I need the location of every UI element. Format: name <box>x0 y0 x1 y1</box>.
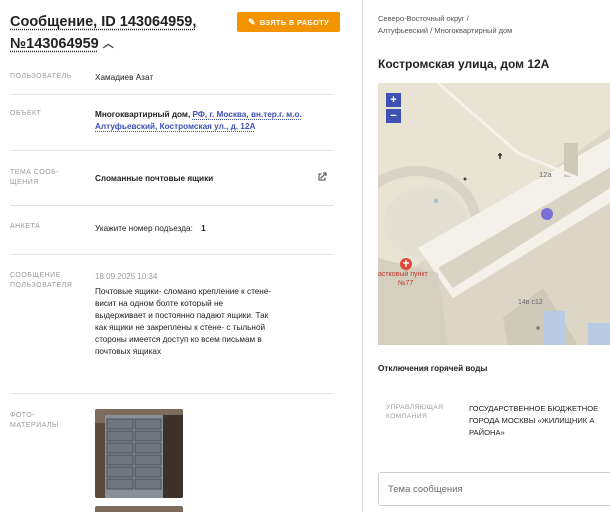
message-row: СООБЩЕНИЕ ПОЛЬЗОВАТЕЛЯ 18.09.2025 10:34 … <box>10 271 334 381</box>
object-type: Многоквартирный дом, <box>95 110 193 119</box>
message-date: 18.09.2025 10:34 <box>95 272 158 281</box>
topic-row: ТЕМА СООБ- ЩЕНИЯ Сломанные почтовые ящик… <box>10 168 334 192</box>
take-to-work-label: ВЗЯТЬ В РАБОТУ <box>259 17 330 27</box>
open-external-icon[interactable] <box>316 171 328 183</box>
map-label-point-number: №77 <box>398 280 414 287</box>
map-label-14v: 14в с12 <box>518 299 543 306</box>
photo-thumbnail[interactable] <box>95 506 183 512</box>
company-label: УПРАВЛЯЮЩАЯ КОМПАНИЯ <box>386 404 444 420</box>
divider <box>10 94 334 95</box>
message-body: 18.09.2025 10:34 Почтовые ящики- сломано… <box>95 271 320 358</box>
zoom-in-button[interactable]: + <box>386 93 401 107</box>
survey-value: Укажите номер подъезда: 1 <box>95 223 320 235</box>
user-label: ПОЛЬЗОВАТЕЛЬ <box>10 73 72 80</box>
company-value: ГОСУДАРСТВЕННОЕ БЮДЖЕТНОЕ ГОРОДА МОСКВЫ … <box>469 404 599 437</box>
survey-row: АНКЕТА Укажите номер подъезда: 1 <box>10 222 334 236</box>
pencil-icon: ✎ <box>247 16 256 27</box>
map[interactable]: + − 12а астковый пункт №77 14в с12 <box>378 83 610 345</box>
message-label: СООБЩЕНИЕ ПОЛЬЗОВАТЕЛЯ <box>10 272 73 289</box>
title-line2: №143064959 <box>10 36 99 52</box>
breadcrumb: Северо-Восточный округ / Алтуфьевский / … <box>378 13 512 37</box>
message-text: Почтовые ящики- сломано крепление к стен… <box>95 287 272 356</box>
page-title: Сообщение, ID 143064959, №143064959 ︿ <box>10 11 230 55</box>
map-label-12a: 12а <box>539 170 552 179</box>
map-label-point: астковый пункт <box>378 271 428 278</box>
photo-thumbnail[interactable] <box>95 409 183 498</box>
take-to-work-button[interactable]: ✎ ВЗЯТЬ В РАБОТУ <box>237 12 340 32</box>
photos-label: ФОТО- МАТЕРИАЛЫ <box>10 412 59 429</box>
mailbox-photo-image <box>95 409 183 498</box>
survey-question: Укажите номер подъезда: <box>95 224 193 233</box>
divider <box>10 254 334 255</box>
breadcrumb-line1[interactable]: Северо-Восточный округ / <box>378 13 512 25</box>
map-marker[interactable] <box>541 208 553 220</box>
hot-water-outage-title: Отключения горячей воды <box>378 364 488 373</box>
object-row: ОБЪЕКТ Многоквартирный дом, РФ, г. Москв… <box>10 109 334 139</box>
address-title: Костромская улица, дом 12А <box>378 57 550 71</box>
divider <box>10 150 334 151</box>
topic-value: Сломанные почтовые ящики <box>95 174 214 183</box>
divider <box>10 205 334 206</box>
object-label: ОБЪЕКТ <box>10 110 42 117</box>
object-value: Многоквартирный дом, РФ, г. Москва, вн.т… <box>95 109 320 133</box>
message-topic-input[interactable] <box>378 472 610 506</box>
map-canvas <box>378 83 610 345</box>
message-panel: Сообщение, ID 143064959, №143064959 ︿ ✎ В… <box>0 0 350 512</box>
user-row: ПОЛЬЗОВАТЕЛЬ Хамадиев Азат <box>10 72 334 86</box>
title-line1: Сообщение, ID 143064959, <box>10 14 197 30</box>
user-value: Хамадиев Азат <box>95 73 154 82</box>
survey-label: АНКЕТА <box>10 223 41 230</box>
zoom-out-button[interactable]: − <box>386 109 401 123</box>
breadcrumb-line2[interactable]: Алтуфьевский / Многоквартирный дом <box>378 25 512 37</box>
topic-label: ТЕМА СООБ- ЩЕНИЯ <box>10 169 60 186</box>
divider <box>10 393 334 394</box>
object-panel: Северо-Восточный округ / Алтуфьевский / … <box>363 0 610 512</box>
survey-answer: 1 <box>201 224 206 233</box>
chevron-up-icon[interactable]: ︿ <box>103 33 114 55</box>
